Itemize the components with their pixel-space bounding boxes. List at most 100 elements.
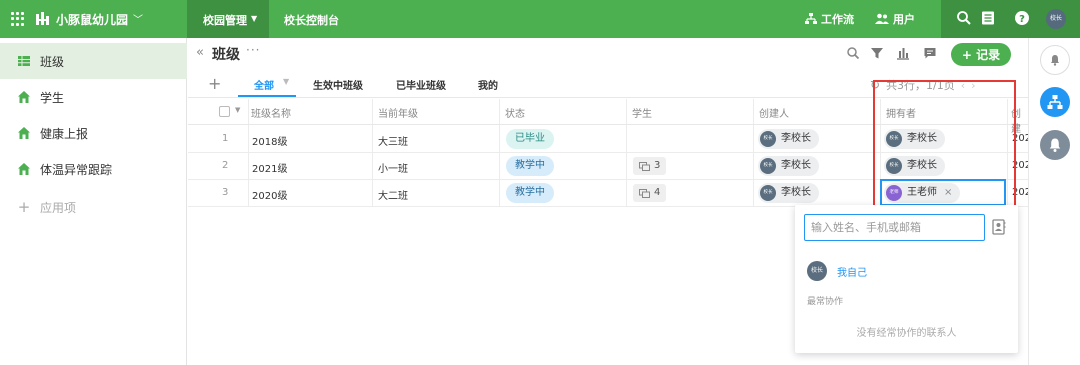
app-grid-icon[interactable] (11, 12, 25, 26)
page-title: 班级 (212, 47, 240, 63)
nav-dropdown-caret-icon[interactable]: ▼ (251, 14, 257, 23)
sidebar-item-label: 体温异常跟踪 (40, 162, 113, 177)
org-chart-icon (1047, 95, 1063, 109)
avatar: 校长 (760, 131, 776, 147)
sidebar-item-label: 健康上报 (40, 126, 89, 141)
select-all-checkbox[interactable] (219, 106, 230, 117)
empty-state-text: 没有经常协作的联系人 (856, 328, 957, 339)
users-label: 用户 (893, 13, 915, 26)
tab-mine[interactable]: 我的 (478, 77, 498, 92)
notification-toggle[interactable] (1040, 45, 1070, 75)
address-book-icon[interactable] (992, 219, 1006, 235)
column-header-status[interactable]: 状态 (505, 105, 525, 120)
sidebar-item-label: 班级 (40, 54, 65, 69)
sidebar: 班级 学生 健康上报 体温异常跟踪 + 应用项 (0, 38, 187, 365)
top-navigation-bar: 小豚鼠幼儿园 ﹀ 校园管理 ▼ 校长控制台 工作流 用户 ? 校长 (0, 0, 1080, 38)
select-myself-label: 我自己 (837, 267, 867, 279)
sidebar-add-app-item[interactable]: + 应用项 (0, 189, 187, 225)
active-tab-indicator (238, 95, 296, 97)
class-name-cell[interactable]: 2018级 (252, 133, 287, 148)
select-myself-option[interactable]: 校长 我自己 (807, 261, 867, 281)
nav-principal-console[interactable]: 校长控制台 (284, 12, 339, 28)
column-header-creator[interactable]: 创建人 (759, 105, 789, 120)
users-icon (875, 13, 889, 24)
tab-graduated-classes[interactable]: 已毕业班级 (396, 77, 446, 92)
sidebar-item-classes[interactable]: 班级 (0, 43, 187, 79)
sidebar-item-label: 学生 (40, 90, 65, 105)
comment-icon[interactable] (923, 46, 937, 60)
nav-campus-management[interactable]: 校园管理 (203, 12, 247, 28)
class-name-cell[interactable]: 2020级 (252, 187, 287, 202)
collapse-sidebar-icon[interactable]: « (196, 45, 204, 60)
add-view-button[interactable]: + (208, 74, 221, 93)
house-icon (18, 163, 30, 175)
search-icon[interactable] (956, 10, 972, 26)
search-icon[interactable] (846, 46, 860, 60)
creator-name: 李校长 (781, 133, 811, 144)
svg-text:?: ? (1019, 14, 1025, 25)
creator-name: 李校长 (781, 187, 811, 198)
app-name[interactable]: 小豚鼠幼儿园 (56, 11, 128, 28)
house-icon (18, 127, 30, 139)
user-avatar[interactable]: 校长 (1046, 9, 1066, 29)
sidebar-item-students[interactable]: 学生 (0, 79, 187, 115)
highlight-annotation-box (873, 80, 1016, 213)
help-icon[interactable]: ? (1014, 10, 1030, 26)
member-search-input[interactable]: 输入姓名、手机或邮箱 (804, 214, 985, 241)
reminder-button[interactable] (1040, 130, 1070, 160)
org-structure-button[interactable] (1040, 87, 1070, 117)
class-name-cell[interactable]: 2021级 (252, 160, 287, 175)
linked-records-icon (639, 161, 650, 171)
workflow-button[interactable]: 工作流 (805, 11, 854, 27)
row-number: 2 (222, 160, 229, 171)
tab-active-classes[interactable]: 生效中班级 (313, 77, 363, 92)
avatar: 校长 (807, 261, 827, 281)
document-list-icon[interactable] (980, 10, 996, 26)
avatar: 校长 (760, 158, 776, 174)
more-options-icon[interactable]: ··· (246, 43, 260, 57)
bell-icon (1051, 55, 1059, 66)
app-logo-icon (36, 12, 49, 25)
users-button[interactable]: 用户 (875, 11, 915, 27)
bell-icon (1049, 138, 1061, 152)
statistics-icon[interactable] (896, 46, 910, 60)
column-header-students[interactable]: 学生 (632, 105, 652, 120)
chevron-down-icon[interactable]: ▼ (235, 106, 240, 114)
grid-table-icon (18, 56, 30, 66)
students-count: 4 (654, 187, 661, 198)
status-badge[interactable]: 教学中 (506, 156, 554, 176)
students-count-chip[interactable]: 4 (633, 184, 667, 202)
creator-chip[interactable]: 校长 李校长 (758, 129, 819, 149)
sidebar-item-temperature-tracking[interactable]: 体温异常跟踪 (0, 151, 187, 187)
chevron-down-icon[interactable]: ﹀ (133, 11, 143, 26)
house-icon (18, 91, 30, 103)
page-header: « 班级 ··· + 记录 (188, 38, 1028, 70)
chevron-down-icon[interactable]: ▼ (283, 77, 289, 86)
frequent-collaborators-heading: 最常协作 (807, 297, 844, 307)
creator-name: 李校长 (781, 160, 811, 171)
workflow-label: 工作流 (821, 13, 854, 26)
creator-chip[interactable]: 校长 李校长 (758, 156, 819, 176)
avatar: 校长 (760, 185, 776, 201)
sidebar-item-health-report[interactable]: 健康上报 (0, 115, 187, 151)
sidebar-add-label: 应用项 (40, 200, 77, 215)
right-rail (1028, 38, 1080, 365)
member-picker-popup: 输入姓名、手机或邮箱 校长 我自己 最常协作 没有经常协作的联系人 (795, 205, 1018, 353)
status-badge[interactable]: 已毕业 (506, 129, 554, 149)
tab-all[interactable]: 全部 (254, 77, 274, 92)
grade-cell[interactable]: 大二班 (378, 187, 408, 202)
plus-icon: + (17, 198, 31, 216)
add-record-button[interactable]: + 记录 (951, 43, 1011, 66)
grade-cell[interactable]: 小一班 (378, 160, 408, 175)
students-count: 3 (654, 160, 661, 171)
grade-cell[interactable]: 大三班 (378, 133, 408, 148)
filter-icon[interactable] (870, 46, 884, 60)
column-header-class-name[interactable]: 班级名称 (251, 105, 291, 120)
students-count-chip[interactable]: 3 (633, 157, 667, 175)
workflow-icon (805, 13, 817, 24)
status-badge[interactable]: 教学中 (506, 183, 554, 203)
row-number: 3 (222, 187, 229, 198)
creator-chip[interactable]: 校长 李校长 (758, 183, 819, 203)
row-number: 1 (222, 133, 229, 144)
column-header-grade[interactable]: 当前年级 (378, 105, 418, 120)
